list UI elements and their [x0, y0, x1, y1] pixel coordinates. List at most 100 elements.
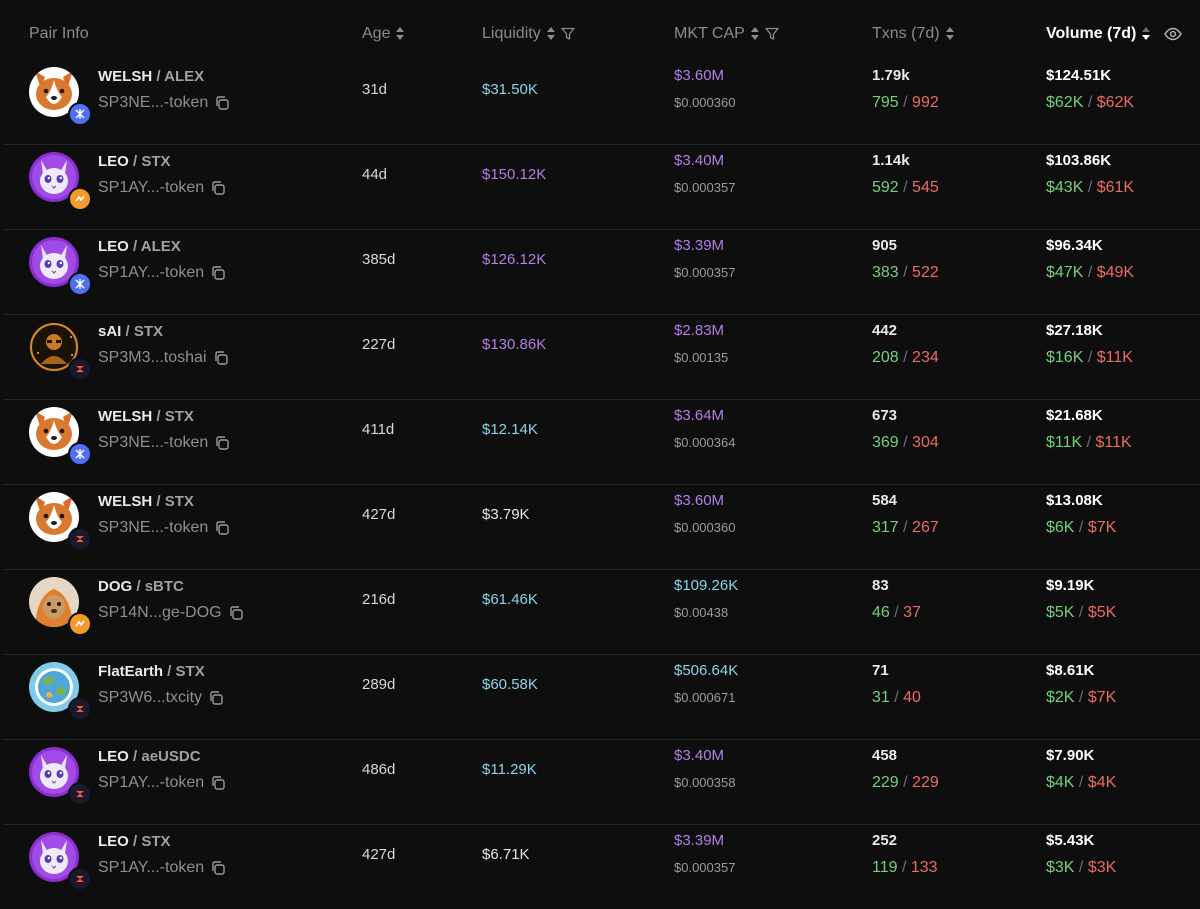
pair-name[interactable]: LEO / STX: [98, 833, 171, 850]
market-cap-value: $3.60M: [674, 67, 725, 84]
table-row[interactable]: LEO / aeUSDC SP1AY...-token 486d $11.29K $3.…: [4, 739, 1200, 824]
volume-value: $103.86K: [1046, 152, 1112, 169]
sells-count: 133: [910, 859, 938, 876]
quote-symbol: sBTC: [144, 578, 184, 595]
table-row[interactable]: WELSH / ALEX SP3NE...-token 31d $31.50K $3.6…: [4, 60, 1200, 144]
table-row[interactable]: LEO / STX SP1AY...-token 44d $150.12K $3.40M…: [4, 144, 1200, 229]
pair-name[interactable]: sAI / STX: [98, 323, 163, 340]
header-liquidity-label: Liquidity: [482, 25, 541, 42]
token-symbol: LEO: [98, 833, 129, 850]
sell-volume: $7K: [1087, 689, 1117, 706]
sells-count: 522: [912, 264, 939, 281]
table-row[interactable]: sAI / STX SP3M3...toshai 227d $130.86K $2.83…: [4, 314, 1200, 399]
pair-name[interactable]: LEO / ALEX: [98, 238, 181, 255]
copy-icon[interactable]: [228, 605, 244, 621]
token-address: SP3NE...-token: [98, 94, 230, 112]
copy-icon[interactable]: [214, 95, 230, 111]
table-row[interactable]: LEO / STX SP1AY...-token 427d $6.71K $3.39M $…: [4, 824, 1200, 909]
buy-sell-volume: $11K / $11K: [1046, 434, 1132, 451]
filter-icon[interactable]: [561, 27, 575, 41]
buy-sell-volume: $47K / $49K: [1046, 264, 1135, 281]
token-address: SP3NE...-token: [98, 434, 230, 452]
pair-age: 427d: [362, 846, 396, 863]
market-cap-value: $3.60M: [674, 492, 725, 509]
buys-sells: 46 / 37: [872, 604, 921, 621]
buys-count: 317: [872, 519, 899, 536]
table-header: Pair Info Age Liquidity MKT CAP Txns (7d…: [4, 0, 1200, 60]
token-price: $0.000671: [674, 690, 736, 705]
token-address-text: SP14N...ge-DOG: [98, 604, 222, 621]
copy-icon[interactable]: [214, 435, 230, 451]
header-mkt-cap[interactable]: MKT CAP: [674, 25, 779, 43]
sell-volume: $61K: [1096, 179, 1135, 196]
table-row[interactable]: FlatEarth / STX SP3W6...txcity 289d $60.58K…: [4, 654, 1200, 739]
copy-icon[interactable]: [210, 775, 226, 791]
copy-icon[interactable]: [214, 520, 230, 536]
filter-icon[interactable]: [765, 27, 779, 41]
token-symbol: LEO: [98, 238, 129, 255]
liquidity-value: $31.50K: [482, 81, 538, 98]
token-address: SP1AY...-token: [98, 264, 226, 282]
header-txns[interactable]: Txns (7d): [872, 25, 955, 43]
volume-value: $9.19K: [1046, 577, 1095, 594]
sell-volume: $11K: [1095, 434, 1132, 451]
sell-volume: $49K: [1096, 264, 1135, 281]
pair-name[interactable]: LEO / STX: [98, 153, 171, 170]
pair-age: 227d: [362, 336, 396, 353]
stx-chain-badge-icon: [68, 357, 92, 381]
buys-count: 119: [872, 859, 898, 876]
market-cap-value: $3.40M: [674, 747, 725, 764]
pair-name[interactable]: DOG / sBTC: [98, 578, 184, 595]
sort-icon[interactable]: [945, 26, 955, 42]
pair-name[interactable]: FlatEarth / STX: [98, 663, 205, 680]
table-row[interactable]: WELSH / STX SP3NE...-token 411d $12.14K $3.6…: [4, 399, 1200, 484]
buys-count: 369: [872, 434, 899, 451]
sort-icon[interactable]: [750, 26, 760, 42]
copy-icon[interactable]: [210, 860, 226, 876]
market-cap-value: $3.64M: [674, 407, 725, 424]
sort-desc-icon[interactable]: [1141, 26, 1151, 42]
header-liquidity[interactable]: Liquidity: [482, 25, 575, 43]
token-price: $0.000358: [674, 775, 736, 790]
volume-value: $124.51K: [1046, 67, 1112, 84]
pair-name[interactable]: WELSH / STX: [98, 408, 194, 425]
token-symbol: sAI: [98, 323, 122, 340]
token-price: $0.000357: [674, 265, 736, 280]
market-cap-value: $3.40M: [674, 152, 725, 169]
buys-sells: 592 / 545: [872, 179, 939, 196]
sells-count: 234: [912, 349, 939, 366]
copy-icon[interactable]: [208, 690, 224, 706]
sort-icon[interactable]: [546, 26, 556, 42]
sort-icon[interactable]: [395, 26, 405, 42]
header-age[interactable]: Age: [362, 25, 405, 43]
quote-symbol: STX: [141, 153, 171, 170]
pair-name[interactable]: WELSH / ALEX: [98, 68, 204, 85]
buy-sell-volume: $62K / $62K: [1046, 94, 1135, 111]
sells-count: 304: [912, 434, 939, 451]
table-row[interactable]: DOG / sBTC SP14N...ge-DOG 216d $61.46K $109.…: [4, 569, 1200, 654]
pair-name[interactable]: WELSH / STX: [98, 493, 194, 510]
token-address-text: SP3NE...-token: [98, 519, 209, 536]
buys-sells: 317 / 267: [872, 519, 939, 536]
table-row[interactable]: LEO / ALEX SP1AY...-token 385d $126.12K $3.3…: [4, 229, 1200, 314]
token-price: $0.00438: [674, 605, 729, 620]
eye-icon[interactable]: [1164, 27, 1183, 41]
copy-icon[interactable]: [210, 265, 226, 281]
copy-icon[interactable]: [210, 180, 226, 196]
liquidity-value: $12.14K: [482, 421, 538, 438]
txns-count: 1.79k: [872, 67, 910, 84]
liquidity-value: $61.46K: [482, 591, 538, 608]
token-price: $0.000364: [674, 435, 736, 450]
pair-age: 486d: [362, 761, 396, 778]
market-cap-value: $109.26K: [674, 577, 739, 594]
sell-volume: $62K: [1096, 94, 1135, 111]
header-volume[interactable]: Volume (7d): [1046, 25, 1183, 43]
buy-volume: $3K: [1046, 859, 1075, 876]
buy-sell-volume: $43K / $61K: [1046, 179, 1135, 196]
txns-count: 673: [872, 407, 898, 424]
volume-value: $96.34K: [1046, 237, 1103, 254]
table-row[interactable]: WELSH / STX SP3NE...-token 427d $3.79K $3.60…: [4, 484, 1200, 569]
pair-name[interactable]: LEO / aeUSDC: [98, 748, 201, 765]
copy-icon[interactable]: [213, 350, 229, 366]
quote-symbol: STX: [141, 833, 171, 850]
